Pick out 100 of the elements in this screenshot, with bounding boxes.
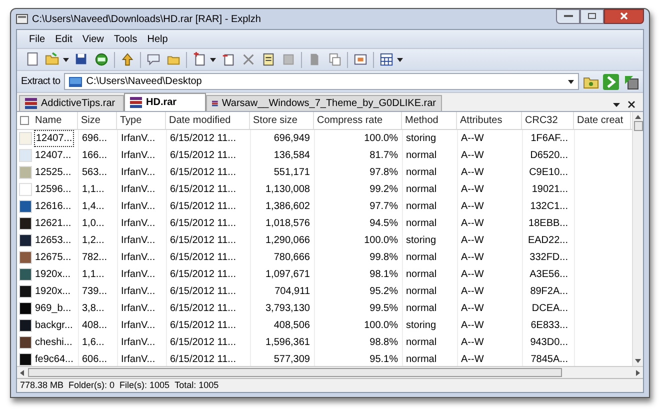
- table-cell-text: A--W: [461, 336, 484, 350]
- table-cell-text: A--W: [461, 132, 484, 146]
- window-title: C:\Users\Naveed\Downloads\HD.rar [RAR] - Explzh: [32, 12, 261, 26]
- grid-view-icon[interactable]: [379, 52, 394, 67]
- table-cell-text: IrfanV...: [121, 234, 156, 248]
- file-name[interactable]: 12596...: [35, 182, 72, 197]
- select-all-checkbox[interactable]: [20, 116, 29, 125]
- table-cell-text: 696...: [82, 132, 108, 146]
- table-cell-text: normal: [406, 251, 437, 265]
- column-header[interactable]: Name: [32, 112, 78, 129]
- table-cell-text: normal: [406, 302, 437, 316]
- table-cell-text: 6/15/2012 11...: [170, 183, 236, 197]
- table-cell-text: 97.8%: [370, 166, 398, 180]
- close-button[interactable]: [604, 8, 644, 24]
- column-header[interactable]: CRC32: [522, 112, 574, 129]
- file-name[interactable]: fe9c64...: [35, 352, 74, 366]
- table-cell-text: A--W: [461, 200, 484, 214]
- column-header[interactable]: Attributes: [457, 112, 522, 129]
- table-cell-text: 3,793,130: [266, 302, 310, 316]
- table-cell-text: normal: [406, 166, 437, 180]
- table-cell-text: 6/15/2012 11...: [170, 319, 236, 333]
- properties-icon[interactable]: [261, 52, 276, 67]
- scroll-up-arrow-icon[interactable]: [635, 115, 641, 119]
- close-tab-icon[interactable]: [628, 101, 635, 108]
- save-icon[interactable]: [74, 52, 89, 67]
- menu-item[interactable]: View: [78, 32, 108, 46]
- table-cell-text: 97.7%: [370, 200, 398, 214]
- table-cell-text: normal: [406, 217, 437, 231]
- table-cell-text: 943D0...: [530, 336, 568, 350]
- table-cell-text: 563...: [82, 166, 108, 180]
- dropdown-caret-icon[interactable]: [210, 58, 216, 62]
- menu-item[interactable]: Edit: [51, 32, 76, 46]
- file-name[interactable]: backgr...: [35, 318, 73, 333]
- table-cell-text: A--W: [461, 149, 484, 163]
- table-cell-text: A--W: [461, 217, 484, 231]
- table-cell-text: normal: [406, 353, 437, 366]
- file-name[interactable]: 969_b...: [35, 301, 72, 316]
- table-cell-text: 19021...: [532, 183, 568, 197]
- table-cell-text: 1,386,602: [266, 200, 310, 214]
- table-cell-text: 89F2A...: [530, 285, 568, 299]
- file-name[interactable]: 1920x...: [35, 267, 71, 282]
- table-cell-text: A--W: [461, 251, 484, 265]
- column-header[interactable]: Date modified: [166, 112, 250, 129]
- file-name[interactable]: 12407...: [35, 131, 74, 146]
- column-header[interactable]: Method: [402, 112, 457, 129]
- copy-icon[interactable]: [327, 52, 342, 67]
- column-header[interactable]: Store size: [250, 112, 314, 129]
- table-cell-text: storing: [406, 234, 436, 248]
- scrollbar-thumb[interactable]: [634, 121, 642, 131]
- scroll-left-arrow-icon[interactable]: [20, 370, 24, 376]
- file-name[interactable]: 1920x...: [35, 284, 71, 299]
- menu-item[interactable]: Tools: [110, 32, 142, 46]
- file-name[interactable]: 12525...: [35, 165, 72, 180]
- menu-item[interactable]: Help: [143, 32, 172, 46]
- table-cell-text: A3E56...: [530, 268, 568, 282]
- table-cell-text: 99.2%: [370, 183, 398, 197]
- table-cell-text: A--W: [461, 353, 484, 366]
- dropdown-caret-icon[interactable]: [397, 58, 403, 62]
- table-cell-text: 99.5%: [370, 302, 398, 316]
- extract-path-field[interactable]: C:\Users\Naveed\Desktop: [64, 73, 579, 90]
- table-cell-text: 1F6AF...: [530, 132, 568, 146]
- folder-icon[interactable]: [583, 74, 599, 88]
- table-cell-text: 166...: [82, 149, 108, 163]
- vertical-scrollbar[interactable]: [632, 112, 643, 366]
- archive-tab[interactable]: HD.rar: [124, 93, 206, 111]
- table-cell-text: IrfanV...: [121, 183, 156, 197]
- table-cell-text: IrfanV...: [121, 166, 156, 180]
- menu-item[interactable]: File: [25, 32, 50, 46]
- table-cell-text: 1,2...: [82, 234, 104, 248]
- archive-tab[interactable]: Warsaw__Windows_7_Theme_by_G0DLIKE.rar: [206, 95, 442, 111]
- column-header[interactable]: Compress rate: [314, 112, 402, 129]
- table-cell-text: 95.2%: [370, 285, 398, 299]
- file-name[interactable]: 12407...: [35, 148, 72, 163]
- scrollbar-thumb[interactable]: [28, 368, 562, 377]
- column-header[interactable]: Size: [78, 112, 117, 129]
- horizontal-scrollbar[interactable]: [17, 366, 643, 378]
- file-name[interactable]: cheshi...: [35, 335, 72, 350]
- file-name[interactable]: 12653...: [35, 233, 72, 248]
- speech-bubble-icon[interactable]: [146, 52, 161, 67]
- minimize-button[interactable]: [556, 8, 580, 24]
- scroll-down-arrow-icon[interactable]: [635, 359, 641, 363]
- table-cell-text: 6/15/2012 11...: [170, 285, 236, 299]
- table-cell-text: IrfanV...: [121, 268, 156, 282]
- delete-icon[interactable]: [241, 52, 256, 67]
- column-header[interactable]: Date creat: [574, 112, 631, 129]
- column-header[interactable]: Type: [117, 112, 166, 129]
- window-icon[interactable]: [353, 52, 368, 67]
- file-name[interactable]: 12675...: [35, 250, 72, 265]
- maximize-button[interactable]: [580, 8, 604, 24]
- archive-tab[interactable]: AddictiveTips.rar: [19, 95, 124, 111]
- file-name[interactable]: 12616...: [35, 199, 72, 214]
- dropdown-caret-icon[interactable]: [613, 102, 620, 106]
- add-file-icon[interactable]: [192, 52, 207, 67]
- extract-file-icon[interactable]: [221, 52, 236, 67]
- scroll-right-arrow-icon[interactable]: [636, 370, 640, 376]
- file-name[interactable]: 12621...: [35, 216, 72, 231]
- table-cell-text: 132C1...: [530, 200, 568, 214]
- dropdown-caret-icon[interactable]: [63, 58, 69, 62]
- up-arrow-icon[interactable]: [120, 52, 135, 67]
- new-file-icon[interactable]: [25, 52, 40, 67]
